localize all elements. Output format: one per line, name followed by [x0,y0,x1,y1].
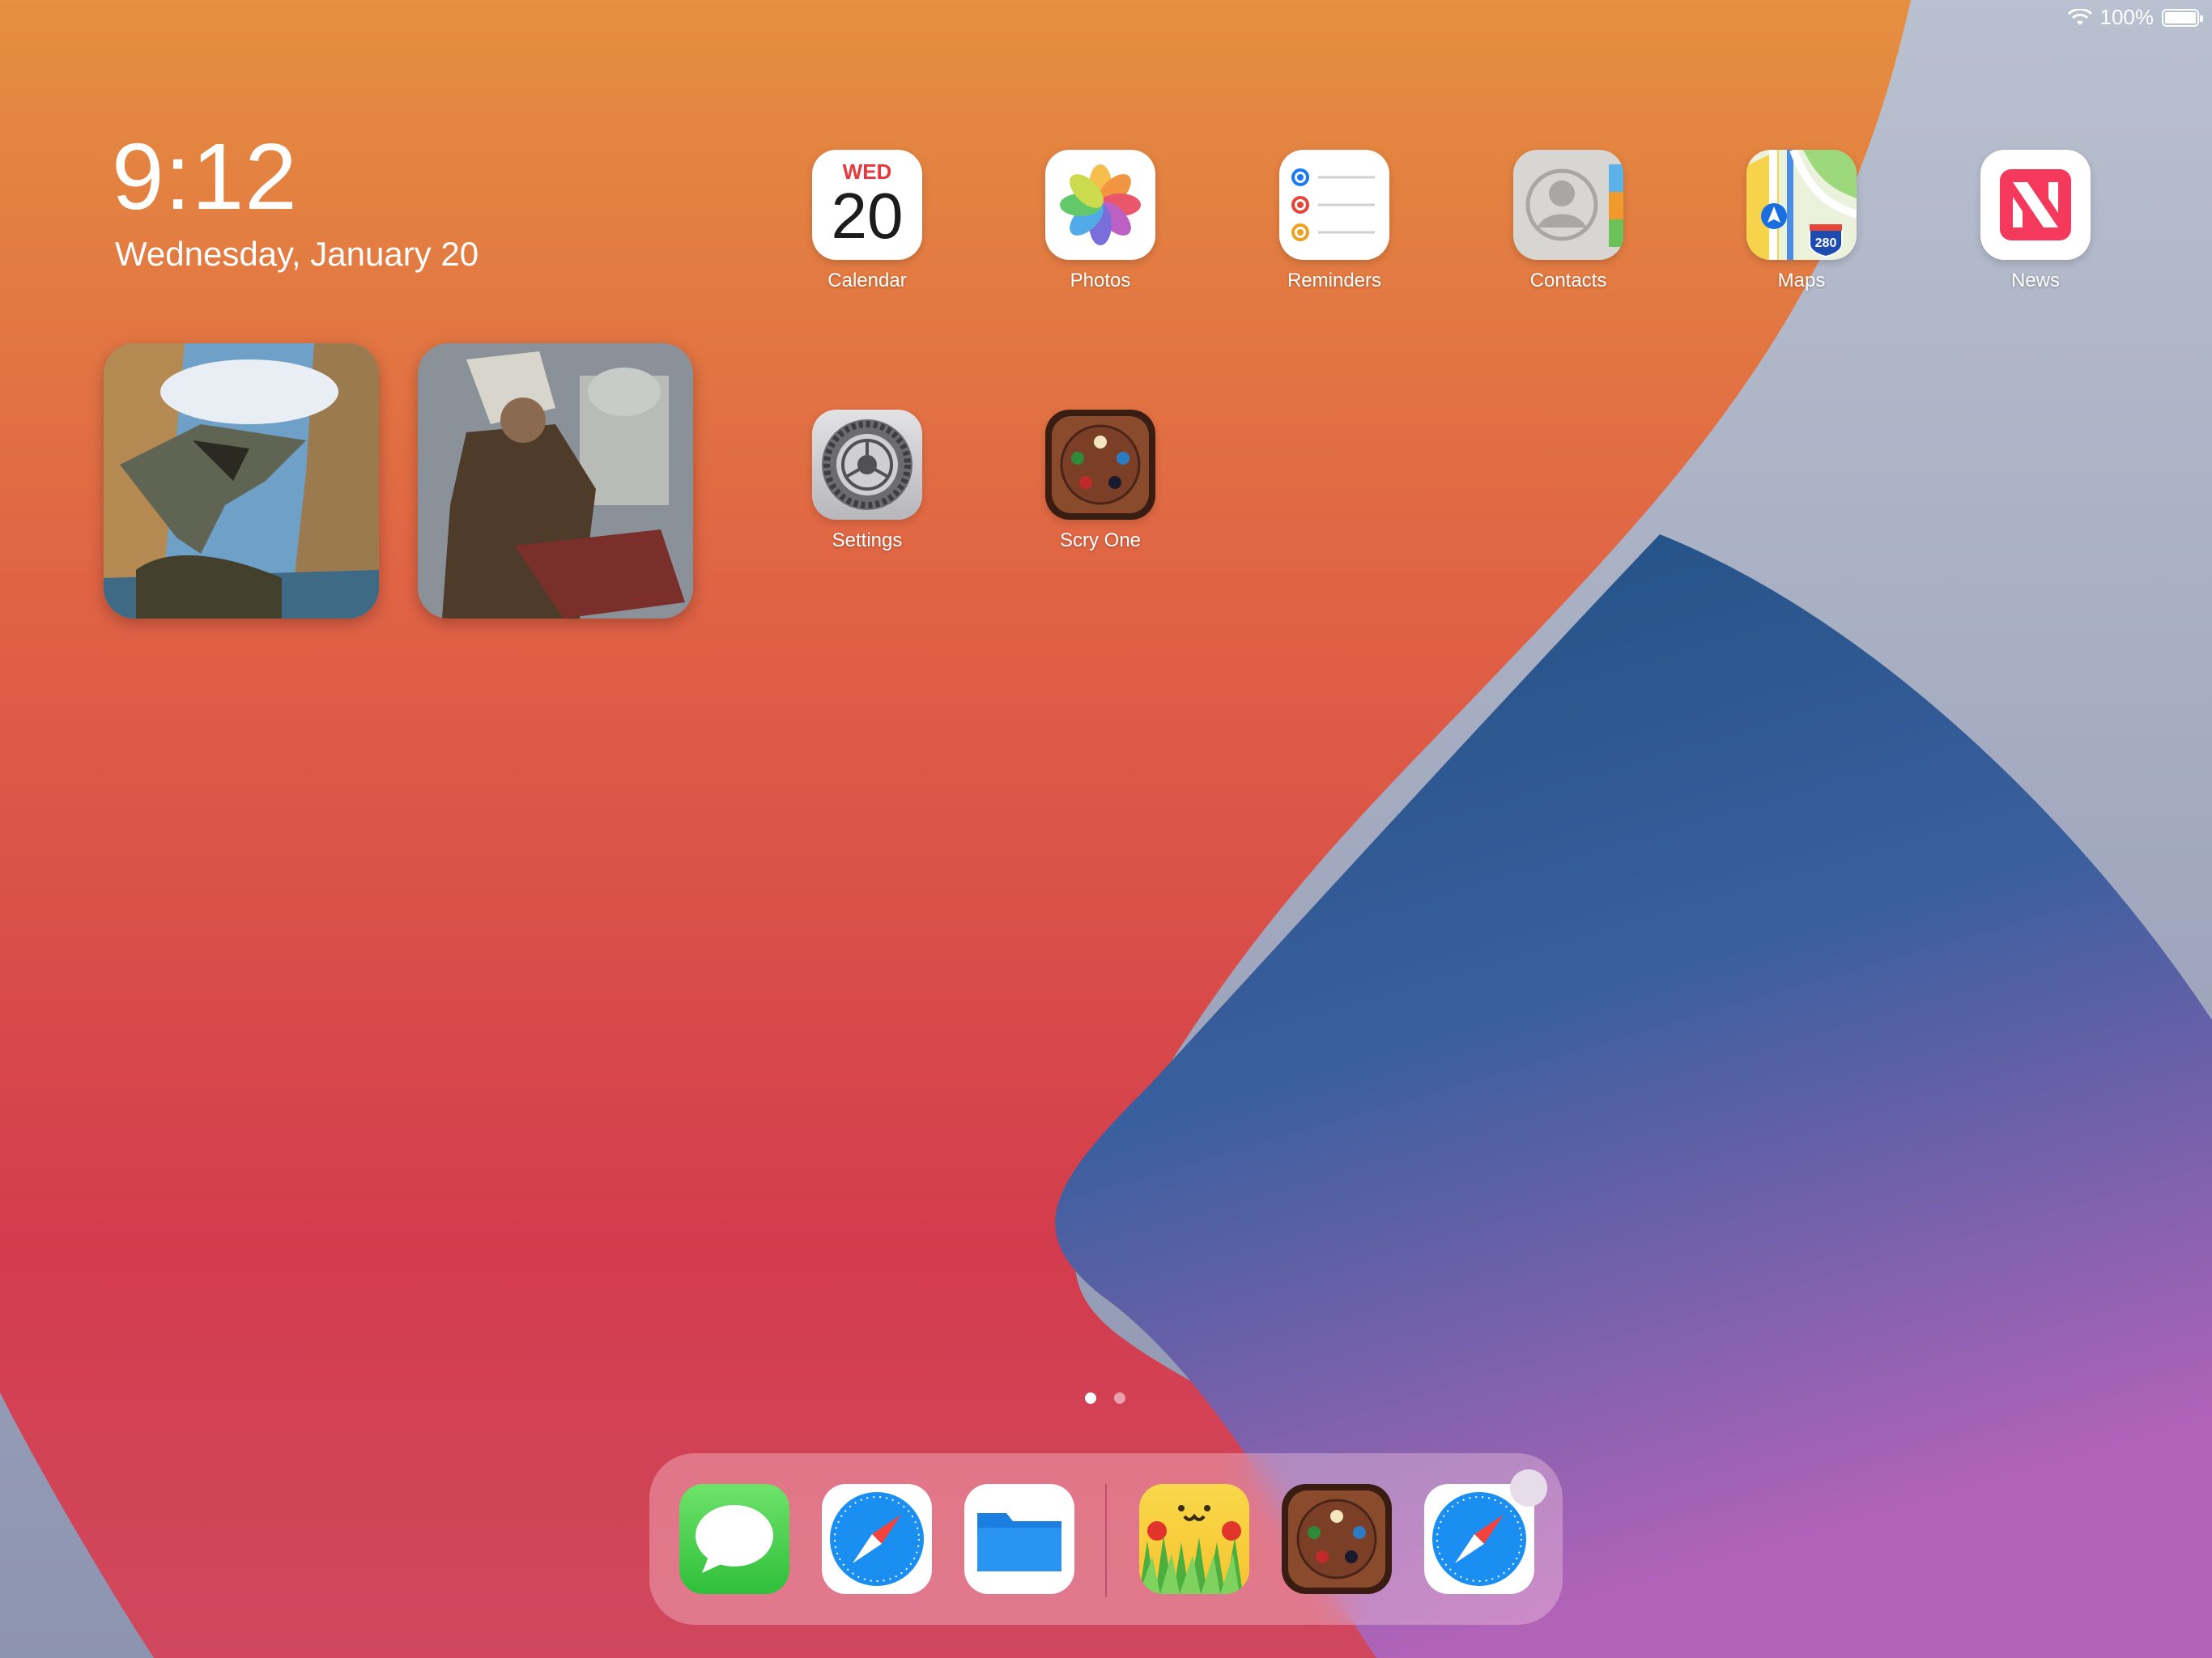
safari-icon [830,1492,924,1586]
app-label-maps: Maps [1777,270,1826,291]
dock-scry-one[interactable] [1282,1484,1392,1594]
scry-one-icon [1045,410,1155,520]
app-label-settings: Settings [832,529,903,551]
news-icon [1980,150,2091,260]
app-label-news: News [2010,270,2060,291]
wifi-icon [2067,8,2092,25]
page-dot-1[interactable] [1085,1392,1096,1404]
app-label-contacts: Contacts [1529,270,1607,291]
recent-app-indicator [1510,1469,1547,1507]
app-label-photos: Photos [1070,270,1131,291]
app-news[interactable]: News [1963,150,2108,292]
app-contacts[interactable]: Contacts [1495,150,1641,292]
calendar-day-number: 20 [831,180,904,252]
dock-creature-game[interactable] [1139,1484,1249,1594]
page-indicator[interactable] [1085,1392,1125,1404]
app-calendar[interactable]: WED 20 Calendar [794,150,940,292]
app-settings[interactable]: Settings [794,410,940,552]
status-bar: 100% [2067,5,2203,30]
app-reminders[interactable]: Reminders [1261,150,1407,292]
reminders-icon [1279,150,1389,260]
dock-separator [1105,1484,1107,1597]
app-maps[interactable]: 280 Maps [1729,150,1874,292]
contacts-icon [1513,150,1623,260]
calendar-icon: WED 20 [812,150,922,260]
app-label-scry-one: Scry One [1059,529,1142,551]
dock-messages[interactable] [679,1484,789,1594]
battery-icon [2162,8,2203,27]
time-display: 9:12 [112,124,298,229]
messages-icon [696,1505,773,1573]
dock-safari[interactable] [822,1484,932,1594]
maps-route-label: 280 [1815,236,1837,250]
date-display: Wednesday, January 20 [115,235,479,273]
gear-icon [812,410,922,520]
app-scry-one[interactable]: Scry One [1027,410,1173,552]
app-label-reminders: Reminders [1287,270,1382,291]
photo-widget-warrior[interactable] [418,343,693,619]
app-label-calendar: Calendar [827,270,907,291]
app-photos[interactable]: Photos [1027,150,1173,292]
maps-icon: 280 [1746,150,1857,260]
page-dot-2[interactable] [1114,1392,1125,1404]
scry-one-dock-icon [1288,1490,1385,1588]
dock [649,1453,1563,1625]
battery-percentage: 100% [2099,5,2155,29]
photo-widget-shark[interactable] [104,343,379,619]
dock-files[interactable] [964,1484,1074,1594]
photos-icon [1045,150,1155,260]
folder-icon [977,1513,1061,1571]
creature-game-icon [1139,1505,1243,1594]
